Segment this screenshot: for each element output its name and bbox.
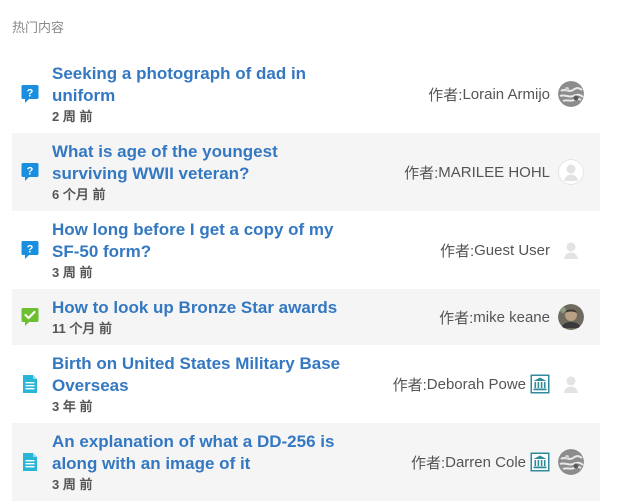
title-line-2: SF-50 form? [52, 242, 152, 261]
item-author: 作者: Lorain Armijo [428, 81, 584, 107]
document-icon [20, 452, 40, 472]
title-line-1: Seeking a photograph of dad in [52, 64, 307, 83]
author-name[interactable]: mike keane [473, 309, 550, 326]
svg-text:?: ? [27, 244, 34, 256]
default-avatar[interactable] [558, 237, 584, 263]
item-author: 作者: Deborah Powe [393, 371, 584, 397]
list-item: ? What is age of the youngest surviving W… [12, 133, 600, 211]
item-timestamp: 6 个月 前 [52, 187, 106, 202]
author-name[interactable]: Deborah Powe [427, 376, 526, 393]
list-item: Birth on United States Military Base Over… [12, 345, 600, 423]
author-prefix: 作者: [410, 454, 446, 472]
item-timestamp: 11 个月 前 [52, 321, 112, 336]
author-name[interactable]: Lorain Armijo [462, 86, 550, 103]
section-header: 热门内容 [12, 20, 65, 35]
list-item: An explanation of what a DD-256 is along … [12, 423, 600, 501]
item-author: 作者: MARILEE HOHL [404, 159, 584, 185]
title-line-2: uniform [52, 86, 116, 105]
author-name[interactable]: MARILEE HOHL [438, 164, 550, 181]
patterned-avatar[interactable] [558, 449, 584, 475]
author-prefix: 作者: [439, 242, 475, 260]
item-author: 作者: Darren Cole [411, 449, 584, 475]
title-line-1: What is age of the youngest [52, 142, 278, 161]
item-author: 作者: mike keane [439, 304, 584, 330]
author-name[interactable]: Guest User [474, 242, 550, 259]
title-line-2: surviving WWII veteran? [52, 164, 250, 183]
item-timestamp: 3 周 前 [52, 477, 93, 492]
photo-avatar[interactable] [558, 304, 584, 330]
title-line-1: An explanation of what a DD-256 is [52, 432, 335, 451]
item-title-link[interactable]: How to look up Bronze Star awards [52, 297, 429, 319]
author-prefix: 作者: [404, 164, 439, 182]
title-line-1: Birth on United States Military Base [52, 354, 341, 373]
list-item: ? How long before I get a copy of my SF-5… [12, 211, 600, 289]
default-avatar[interactable] [558, 159, 584, 185]
item-timestamp: 3 年 前 [52, 399, 93, 414]
answered-icon [20, 307, 40, 327]
patterned-avatar[interactable] [558, 81, 584, 107]
question-icon: ? [20, 240, 40, 260]
author-prefix: 作者: [428, 86, 463, 104]
title-line-1: How long before I get a copy of my [52, 220, 334, 239]
item-content: How to look up Bronze Star awards 11 个月 … [52, 297, 429, 337]
svg-text:?: ? [27, 166, 34, 178]
title-line-2: along with an image of it [52, 454, 251, 473]
item-title-link[interactable]: What is age of the youngest surviving WWI… [52, 141, 394, 185]
popular-content-list: ? Seeking a photograph of dad in uniform … [12, 55, 600, 501]
item-content: Birth on United States Military Base Over… [52, 353, 383, 415]
title-line-1: How to look up Bronze Star awards [52, 298, 338, 317]
item-title-link[interactable]: Birth on United States Military Base Over… [52, 353, 383, 397]
archives-badge-icon [530, 452, 550, 472]
item-title-link[interactable]: Seeking a photograph of dad in uniform [52, 63, 418, 107]
item-content: What is age of the youngest surviving WWI… [52, 141, 394, 203]
item-content: Seeking a photograph of dad in uniform 2 … [52, 63, 418, 125]
item-author: 作者: Guest User [440, 237, 584, 263]
item-content: How long before I get a copy of my SF-50 … [52, 219, 430, 281]
author-prefix: 作者: [392, 376, 427, 394]
document-icon [20, 374, 40, 394]
item-title-link[interactable]: How long before I get a copy of my SF-50 … [52, 219, 430, 263]
question-icon: ? [20, 162, 40, 182]
question-icon: ? [20, 84, 40, 104]
item-timestamp: 2 周 前 [52, 109, 93, 124]
default-avatar[interactable] [558, 371, 584, 397]
item-timestamp: 3 周 前 [52, 265, 93, 280]
list-item: ? Seeking a photograph of dad in uniform … [12, 55, 600, 133]
item-title-link[interactable]: An explanation of what a DD-256 is along … [52, 431, 401, 475]
svg-text:?: ? [27, 88, 34, 100]
author-name[interactable]: Darren Cole [445, 454, 526, 471]
title-line-2: Overseas [52, 376, 129, 395]
list-item: How to look up Bronze Star awards 11 个月 … [12, 289, 600, 345]
archives-badge-icon [530, 374, 550, 394]
item-content: An explanation of what a DD-256 is along … [52, 431, 401, 493]
author-prefix: 作者: [439, 309, 474, 327]
